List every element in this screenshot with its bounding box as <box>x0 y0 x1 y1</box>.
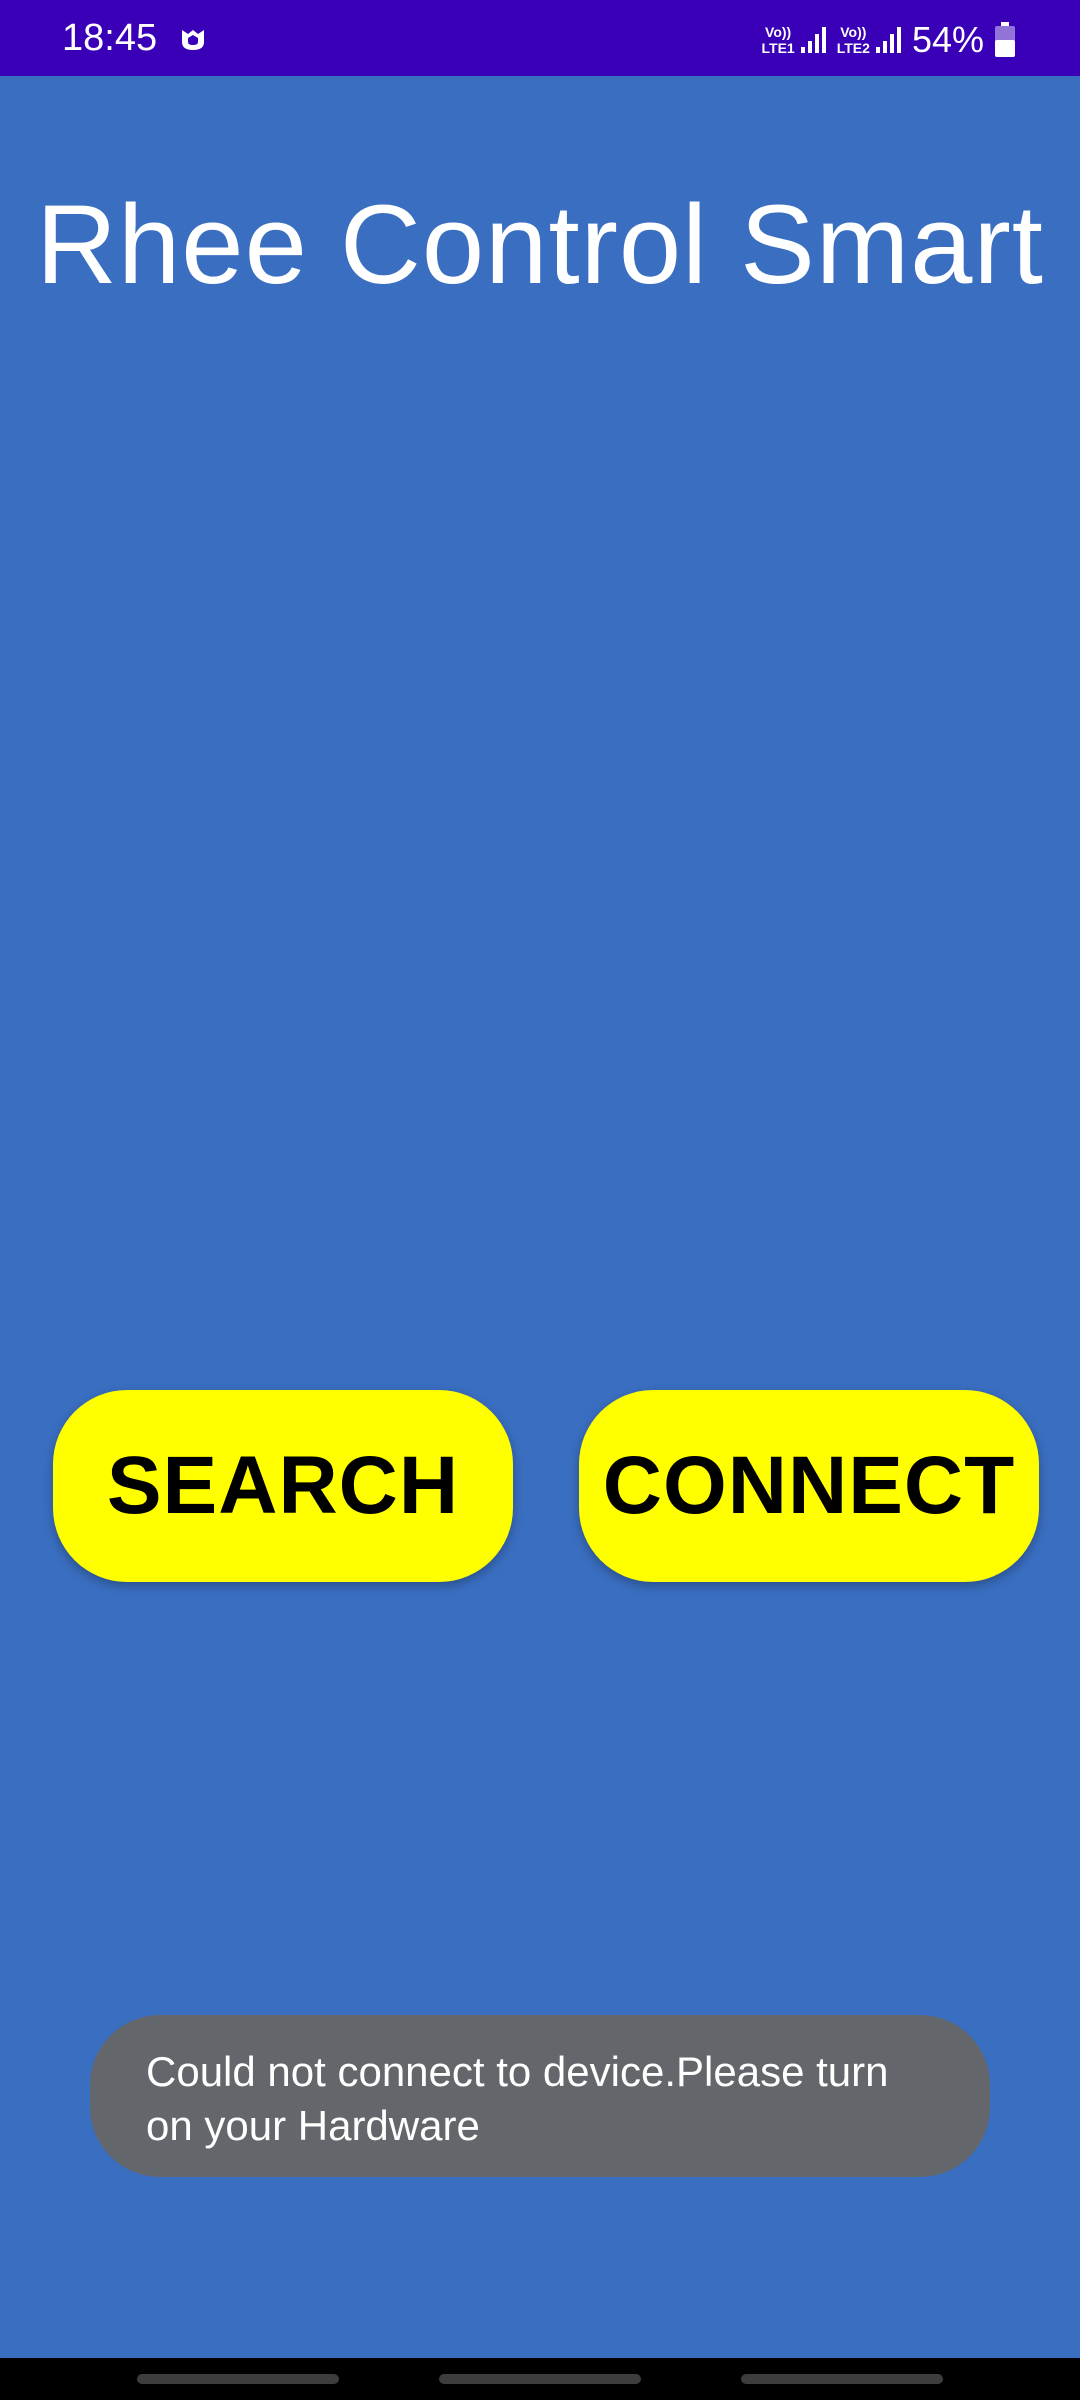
sim1-indicator: Vo)) LTE1 <box>762 24 827 56</box>
sim2-label: Vo)) LTE2 <box>836 24 870 56</box>
status-time: 18:45 <box>62 17 158 59</box>
status-indicators: Vo)) LTE1 Vo)) LTE2 54% <box>762 18 1016 62</box>
app-title: Rhee Control Smart <box>36 182 1044 307</box>
navigation-bar <box>0 2358 1080 2400</box>
battery-icon <box>995 22 1015 57</box>
battery-percent: 54% <box>911 19 984 60</box>
status-bar: 18:45 Vo)) LTE1 Vo)) LTE2 54% <box>0 0 1080 76</box>
connect-button[interactable]: CONNECT <box>579 1390 1039 1582</box>
signal-icon <box>800 27 826 53</box>
search-button[interactable]: SEARCH <box>53 1390 513 1582</box>
nav-gesture-pill[interactable] <box>137 2374 339 2384</box>
toast-message: Could not connect to device.Please turn … <box>90 2015 990 2177</box>
sim2-indicator: Vo)) LTE2 <box>837 24 902 56</box>
app-notification-icon <box>182 30 204 50</box>
app-screen: 18:45 Vo)) LTE1 Vo)) LTE2 54% Rhee Contr… <box>0 0 1080 2400</box>
sim1-label: Vo)) LTE1 <box>761 24 795 56</box>
signal-icon <box>875 27 901 53</box>
nav-gesture-pill[interactable] <box>741 2374 943 2384</box>
nav-gesture-pill[interactable] <box>439 2374 641 2384</box>
